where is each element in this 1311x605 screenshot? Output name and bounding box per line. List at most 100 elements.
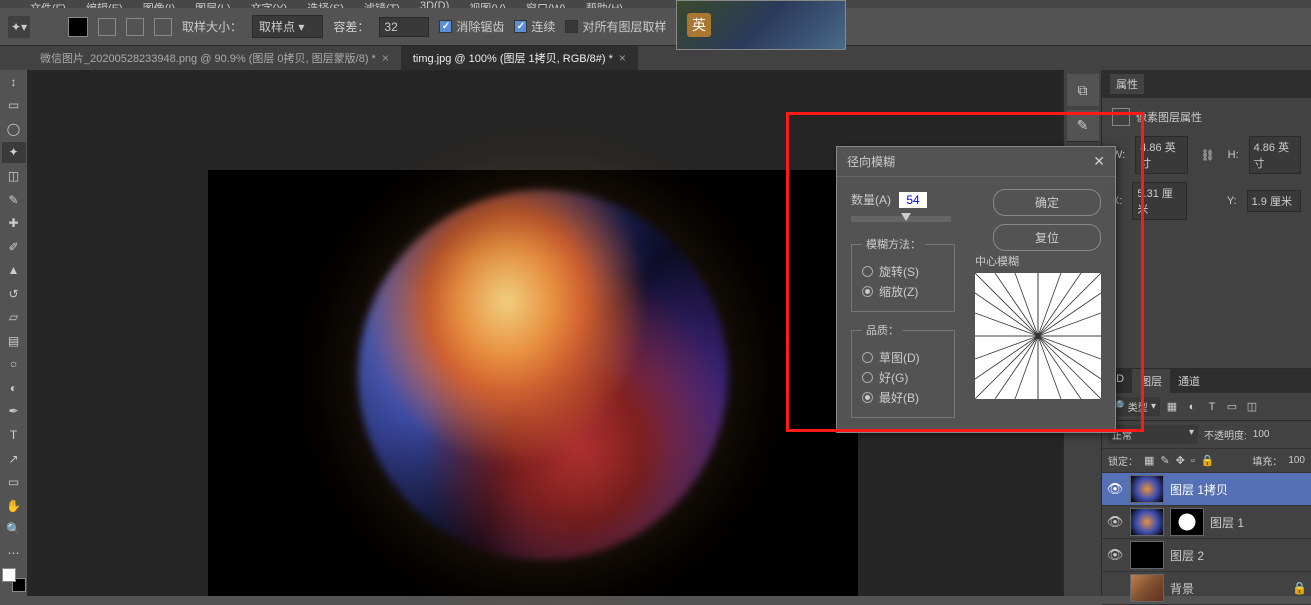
antialias-checkbox[interactable]: ✓消除锯齿 xyxy=(439,18,504,35)
swatch-black[interactable] xyxy=(68,17,88,37)
lock-all-icon[interactable]: 🔒 xyxy=(1201,454,1215,467)
swatch-mode-1-icon[interactable] xyxy=(98,18,116,36)
more-icon[interactable]: ⋯ xyxy=(2,542,26,564)
swatch-mode-2-icon[interactable] xyxy=(126,18,144,36)
eraser-tool-icon[interactable]: ▱ xyxy=(2,306,26,328)
layer-name[interactable]: 图层 1拷贝 xyxy=(1170,481,1228,498)
menu-image[interactable]: 图像(I) xyxy=(143,0,175,8)
doc-tab-1[interactable]: 微信图片_20200528233948.png @ 90.9% (图层 0拷贝,… xyxy=(28,46,401,70)
shape-tool-icon[interactable]: ▭ xyxy=(2,471,26,493)
close-icon[interactable]: × xyxy=(382,51,389,65)
hand-tool-icon[interactable]: ✋ xyxy=(2,495,26,517)
lock-brush-icon[interactable]: ✎ xyxy=(1160,454,1169,467)
history-panel-icon[interactable]: ⧉ xyxy=(1067,74,1099,106)
menu-filter[interactable]: 滤镜(T) xyxy=(364,0,400,8)
layer-thumb[interactable] xyxy=(1130,574,1164,602)
layer-item[interactable]: 👁 图层 1 xyxy=(1102,506,1311,539)
best-radio[interactable]: 最好(B) xyxy=(862,389,944,406)
zoom-radio[interactable]: 缩放(Z) xyxy=(862,283,944,300)
stamp-tool-icon[interactable]: ▲ xyxy=(2,259,26,281)
menu-3d[interactable]: 3D(D) xyxy=(420,0,449,8)
visibility-icon[interactable]: 👁 xyxy=(1106,481,1124,497)
visibility-icon[interactable]: 👁 xyxy=(1106,547,1124,563)
reset-button[interactable]: 复位 xyxy=(993,224,1101,251)
properties-tab[interactable]: 属性 xyxy=(1110,74,1144,94)
tab-layers[interactable]: 图层 xyxy=(1132,369,1170,393)
foreground-swatch[interactable] xyxy=(2,568,16,582)
menu-layer[interactable]: 图层(L) xyxy=(195,0,230,8)
zoom-tool-icon[interactable]: 🔍 xyxy=(2,518,26,540)
layer-mask-thumb[interactable] xyxy=(1170,508,1204,536)
layer-item[interactable]: 👁 图层 1拷贝 xyxy=(1102,473,1311,506)
eyedropper-tool-icon[interactable]: ✎ xyxy=(2,189,26,211)
amount-slider[interactable] xyxy=(851,216,951,222)
swatch-mode-3-icon[interactable] xyxy=(154,18,172,36)
contiguous-checkbox[interactable]: ✓连续 xyxy=(514,18,555,35)
amount-input[interactable]: 54 xyxy=(899,192,927,208)
good-radio[interactable]: 好(G) xyxy=(862,369,944,386)
dodge-tool-icon[interactable]: ◐ xyxy=(2,377,26,399)
move-tool-icon[interactable]: ↕ xyxy=(2,71,26,93)
brush-panel-icon[interactable]: ✎ xyxy=(1067,110,1099,142)
lasso-tool-icon[interactable]: ◯ xyxy=(2,118,26,140)
layer-name[interactable]: 图层 1 xyxy=(1210,514,1244,531)
sample-size-dropdown[interactable]: 取样点 ▾ xyxy=(252,15,323,38)
width-input[interactable]: 4.86 英寸 xyxy=(1135,136,1187,174)
menu-file[interactable]: 文件(F) xyxy=(30,0,66,8)
lock-move-icon[interactable]: ✥ xyxy=(1176,454,1185,467)
heal-tool-icon[interactable]: ✚ xyxy=(2,212,26,234)
x-input[interactable]: 5.31 厘米 xyxy=(1132,182,1186,220)
marquee-tool-icon[interactable]: ▭ xyxy=(2,95,26,117)
menu-help[interactable]: 帮助(H) xyxy=(586,0,623,8)
menu-edit[interactable]: 编辑(E) xyxy=(86,0,123,8)
height-input[interactable]: 4.86 英寸 xyxy=(1249,136,1301,174)
visibility-icon[interactable]: 👁 xyxy=(1106,514,1124,530)
doc-tab-2[interactable]: timg.jpg @ 100% (图层 1拷贝, RGB/8#) *× xyxy=(401,46,638,70)
menu-window[interactable]: 窗口(W) xyxy=(526,0,566,8)
crop-tool-icon[interactable]: ◫ xyxy=(2,165,26,187)
layer-item[interactable]: 👁 图层 2 xyxy=(1102,539,1311,572)
close-icon[interactable]: × xyxy=(619,51,626,65)
lock-pixels-icon[interactable]: ▦ xyxy=(1144,454,1154,467)
menu-select[interactable]: 选择(S) xyxy=(307,0,344,8)
filter-adjust-icon[interactable]: ◐ xyxy=(1184,400,1200,414)
blend-mode-dropdown[interactable]: 正常▾ xyxy=(1108,425,1198,444)
blur-tool-icon[interactable]: ○ xyxy=(2,354,26,376)
filter-type-icon[interactable]: T xyxy=(1204,400,1220,414)
fill-value[interactable]: 100 xyxy=(1288,455,1305,466)
menu-type[interactable]: 文字(Y) xyxy=(251,0,288,8)
layer-name[interactable]: 图层 2 xyxy=(1170,547,1204,564)
filter-shape-icon[interactable]: ▭ xyxy=(1224,400,1240,414)
filter-smart-icon[interactable]: ◫ xyxy=(1244,400,1260,414)
ok-button[interactable]: 确定 xyxy=(993,189,1101,216)
opacity-value[interactable]: 100 xyxy=(1253,429,1270,440)
close-icon[interactable]: ✕ xyxy=(1093,153,1105,170)
tab-channels[interactable]: 通道 xyxy=(1170,369,1208,393)
filter-pixel-icon[interactable]: ▦ xyxy=(1164,400,1180,414)
history-brush-icon[interactable]: ↺ xyxy=(2,283,26,305)
layer-thumb[interactable] xyxy=(1130,541,1164,569)
pen-tool-icon[interactable]: ✒ xyxy=(2,401,26,423)
type-tool-icon[interactable]: T xyxy=(2,424,26,446)
path-tool-icon[interactable]: ↗ xyxy=(2,448,26,470)
layer-item[interactable]: 背景 🔒 xyxy=(1102,572,1311,605)
y-input[interactable]: 1.9 厘米 xyxy=(1247,190,1301,212)
menu-view[interactable]: 视图(V) xyxy=(469,0,506,8)
layer-name[interactable]: 背景 xyxy=(1170,580,1194,597)
spin-radio[interactable]: 旋转(S) xyxy=(862,263,944,280)
tolerance-input[interactable]: 32 xyxy=(379,17,429,37)
blur-center-preview[interactable]: 中心模糊 xyxy=(975,253,1101,399)
draft-radio[interactable]: 草图(D) xyxy=(862,349,944,366)
link-icon[interactable]: ⛓ xyxy=(1198,146,1218,164)
brush-tool-icon[interactable]: ✐ xyxy=(2,236,26,258)
wand-tool-icon[interactable]: ✦ xyxy=(2,142,26,164)
magic-wand-icon[interactable]: ✦▾ xyxy=(8,16,30,38)
all-layers-checkbox[interactable]: 对所有图层取样 xyxy=(565,18,666,35)
layer-thumb[interactable] xyxy=(1130,475,1164,503)
color-swatches[interactable] xyxy=(2,568,26,592)
gradient-tool-icon[interactable]: ▤ xyxy=(2,330,26,352)
slider-handle-icon[interactable] xyxy=(901,213,911,221)
document-canvas[interactable] xyxy=(208,170,858,596)
layer-thumb[interactable] xyxy=(1130,508,1164,536)
lock-artboard-icon[interactable]: ▫ xyxy=(1191,455,1195,467)
